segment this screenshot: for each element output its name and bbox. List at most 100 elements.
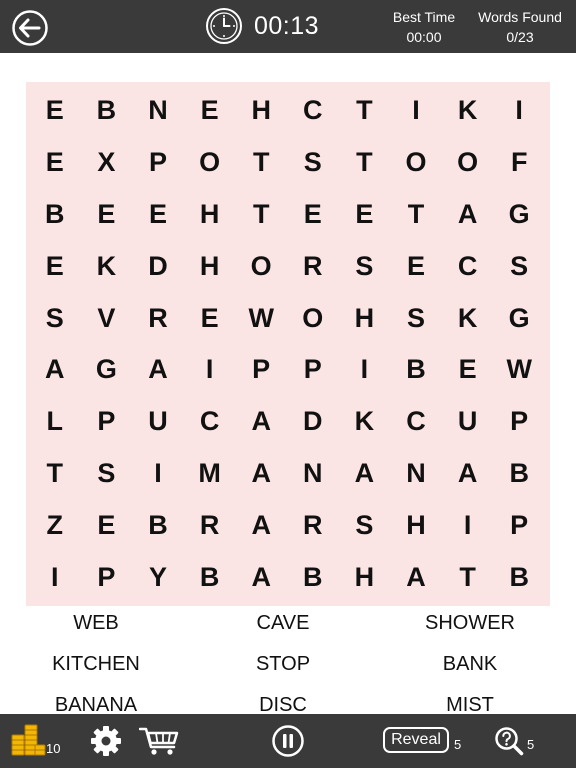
grid-cell[interactable]: B [81, 85, 133, 137]
grid-cell[interactable]: H [390, 499, 442, 551]
grid-cell[interactable]: E [442, 344, 494, 396]
grid-cell[interactable]: P [81, 551, 133, 603]
gear-icon[interactable] [90, 725, 122, 757]
grid-cell[interactable]: D [287, 396, 339, 448]
grid-cell[interactable]: I [442, 499, 494, 551]
grid-cell[interactable]: O [442, 137, 494, 189]
grid-cell[interactable]: P [287, 344, 339, 396]
grid-cell[interactable]: B [184, 551, 236, 603]
grid-cell[interactable]: I [132, 448, 184, 500]
grid-cell[interactable]: R [132, 292, 184, 344]
grid-cell[interactable]: A [339, 448, 391, 500]
grid-cell[interactable]: F [493, 137, 545, 189]
grid-cell[interactable]: I [29, 551, 81, 603]
grid-cell[interactable]: E [81, 499, 133, 551]
grid-cell[interactable]: N [132, 85, 184, 137]
grid-cell[interactable]: L [29, 396, 81, 448]
grid-cell[interactable]: H [184, 240, 236, 292]
grid-cell[interactable]: H [339, 292, 391, 344]
grid-cell[interactable]: A [390, 551, 442, 603]
grid-cell[interactable]: A [29, 344, 81, 396]
grid-cell[interactable]: A [442, 448, 494, 500]
grid-cell[interactable]: Z [29, 499, 81, 551]
magnifier-question-icon[interactable] [494, 726, 524, 756]
grid-cell[interactable]: H [235, 85, 287, 137]
grid-cell[interactable]: B [132, 499, 184, 551]
grid-cell[interactable]: S [287, 137, 339, 189]
grid-cell[interactable]: O [235, 240, 287, 292]
grid-cell[interactable]: K [81, 240, 133, 292]
grid-cell[interactable]: C [390, 396, 442, 448]
grid-cell[interactable]: B [493, 551, 545, 603]
grid-cell[interactable]: A [132, 344, 184, 396]
grid-cell[interactable]: S [81, 448, 133, 500]
grid-cell[interactable]: T [29, 448, 81, 500]
grid-cell[interactable]: N [390, 448, 442, 500]
grid-cell[interactable]: E [132, 189, 184, 241]
grid-cell[interactable]: K [339, 396, 391, 448]
grid-cell[interactable]: E [287, 189, 339, 241]
letter-grid[interactable]: EBNEHCTIKIEXPOTSTOOFBEEHTEETAGEKDHORSECS… [26, 82, 550, 606]
grid-cell[interactable]: O [390, 137, 442, 189]
grid-cell[interactable]: N [287, 448, 339, 500]
grid-cell[interactable]: C [287, 85, 339, 137]
grid-cell[interactable]: W [235, 292, 287, 344]
grid-cell[interactable]: T [235, 137, 287, 189]
pause-icon[interactable] [272, 725, 304, 757]
grid-cell[interactable]: G [493, 189, 545, 241]
grid-cell[interactable]: T [339, 137, 391, 189]
grid-cell[interactable]: S [493, 240, 545, 292]
grid-cell[interactable]: R [287, 240, 339, 292]
grid-cell[interactable]: V [81, 292, 133, 344]
grid-cell[interactable]: S [29, 292, 81, 344]
grid-cell[interactable]: E [184, 85, 236, 137]
grid-cell[interactable]: P [132, 137, 184, 189]
grid-cell[interactable]: R [287, 499, 339, 551]
reveal-button[interactable]: Reveal [383, 727, 449, 753]
grid-cell[interactable]: E [339, 189, 391, 241]
grid-cell[interactable]: U [132, 396, 184, 448]
grid-cell[interactable]: M [184, 448, 236, 500]
grid-cell[interactable]: S [390, 292, 442, 344]
back-button[interactable] [11, 9, 49, 47]
grid-cell[interactable]: O [184, 137, 236, 189]
grid-cell[interactable]: K [442, 292, 494, 344]
grid-cell[interactable]: A [442, 189, 494, 241]
grid-cell[interactable]: B [287, 551, 339, 603]
grid-cell[interactable]: T [339, 85, 391, 137]
grid-cell[interactable]: S [339, 240, 391, 292]
grid-cell[interactable]: D [132, 240, 184, 292]
grid-cell[interactable]: O [287, 292, 339, 344]
grid-cell[interactable]: G [493, 292, 545, 344]
grid-cell[interactable]: C [442, 240, 494, 292]
grid-cell[interactable]: W [493, 344, 545, 396]
grid-cell[interactable]: I [184, 344, 236, 396]
grid-cell[interactable]: Y [132, 551, 184, 603]
grid-cell[interactable]: H [184, 189, 236, 241]
grid-cell[interactable]: I [493, 85, 545, 137]
grid-cell[interactable]: T [235, 189, 287, 241]
grid-cell[interactable]: P [493, 499, 545, 551]
grid-cell[interactable]: C [184, 396, 236, 448]
grid-cell[interactable]: B [493, 448, 545, 500]
grid-cell[interactable]: E [81, 189, 133, 241]
grid-cell[interactable]: E [184, 292, 236, 344]
grid-cell[interactable]: H [339, 551, 391, 603]
grid-cell[interactable]: P [493, 396, 545, 448]
grid-cell[interactable]: U [442, 396, 494, 448]
cart-icon[interactable] [139, 725, 181, 757]
grid-cell[interactable]: R [184, 499, 236, 551]
grid-cell[interactable]: G [81, 344, 133, 396]
grid-cell[interactable]: A [235, 396, 287, 448]
grid-cell[interactable]: S [339, 499, 391, 551]
grid-cell[interactable]: A [235, 448, 287, 500]
grid-cell[interactable]: T [390, 189, 442, 241]
grid-cell[interactable]: B [29, 189, 81, 241]
grid-cell[interactable]: X [81, 137, 133, 189]
grid-cell[interactable]: E [29, 240, 81, 292]
grid-cell[interactable]: K [442, 85, 494, 137]
coins-icon[interactable] [9, 722, 47, 762]
grid-cell[interactable]: I [390, 85, 442, 137]
grid-cell[interactable]: P [235, 344, 287, 396]
grid-cell[interactable]: A [235, 499, 287, 551]
